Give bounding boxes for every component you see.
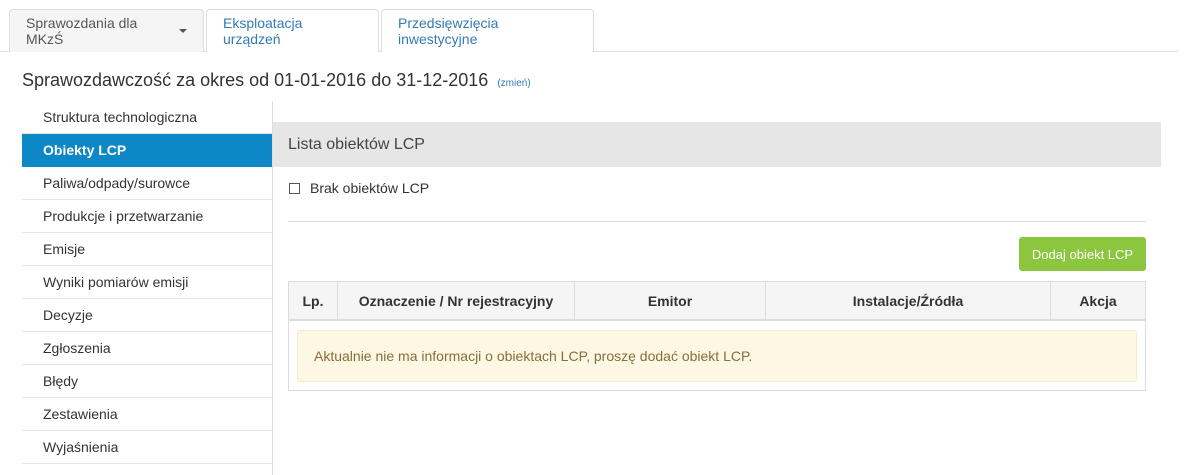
column-header-akcja[interactable]: Akcja	[1051, 282, 1145, 319]
tab-eksploatacja[interactable]: Eksploatacja urządzeń	[206, 9, 379, 52]
page-title: Sprawozdawczość za okres od 01-01-2016 d…	[22, 70, 531, 91]
empty-table-alert: Aktualnie nie ma informacji o obiektach …	[297, 330, 1137, 382]
tab-label: Sprawozdania dla MKzŚ	[26, 15, 138, 47]
sidebar-item-produkcje[interactable]: Produkcje i przetwarzanie	[22, 200, 272, 233]
table-header: Lp. Oznaczenie / Nr rejestracyjny Emitor…	[289, 282, 1145, 321]
no-lcp-checkbox-row: Brak obiektów LCP	[289, 180, 429, 196]
sidebar-item-zestawienia[interactable]: Zestawienia	[22, 398, 272, 431]
sidebar-item-paliwa[interactable]: Paliwa/odpady/surowce	[22, 167, 272, 200]
divider	[288, 221, 1146, 222]
sidebar-item-obiekty-lcp[interactable]: Obiekty LCP	[22, 134, 272, 167]
panel-header: Lista obiektów LCP	[273, 122, 1161, 167]
sidebar-item-emisje[interactable]: Emisje	[22, 233, 272, 266]
no-lcp-checkbox[interactable]	[289, 182, 300, 194]
column-header-emitor[interactable]: Emitor	[575, 282, 766, 319]
caret-down-icon	[179, 29, 187, 33]
tab-label: Przedsięwzięcia inwestycyjne	[398, 15, 499, 47]
sidebar-item-bledy[interactable]: Błędy	[22, 365, 272, 398]
sidebar-item-zgloszenia[interactable]: Zgłoszenia	[22, 332, 272, 365]
column-header-oznaczenie[interactable]: Oznaczenie / Nr rejestracyjny	[338, 282, 575, 319]
panel-title: Lista obiektów LCP	[288, 135, 425, 153]
column-header-lp[interactable]: Lp.	[289, 282, 338, 319]
tab-label: Eksploatacja urządzeń	[223, 15, 303, 47]
lcp-table: Lp. Oznaczenie / Nr rejestracyjny Emitor…	[288, 281, 1146, 391]
sidebar-item-wyjasnienia[interactable]: Wyjaśnienia	[22, 431, 272, 464]
empty-table-message: Aktualnie nie ma informacji o obiektach …	[314, 348, 753, 364]
top-tabs: Sprawozdania dla MKzŚ Eksploatacja urząd…	[0, 0, 1178, 52]
sidebar: Struktura technologiczna Obiekty LCP Pal…	[22, 101, 273, 475]
tab-sprawozdania[interactable]: Sprawozdania dla MKzŚ	[9, 9, 204, 52]
sidebar-item-struktura[interactable]: Struktura technologiczna	[22, 101, 272, 134]
sidebar-item-decyzje[interactable]: Decyzje	[22, 299, 272, 332]
period-text: Sprawozdawczość za okres od 01-01-2016 d…	[22, 70, 489, 90]
change-period-link[interactable]: (zmień)	[497, 78, 530, 89]
column-header-instalacje[interactable]: Instalacje/Źródła	[766, 282, 1051, 319]
no-lcp-checkbox-label[interactable]: Brak obiektów LCP	[310, 180, 429, 196]
tab-przedsiewziecia[interactable]: Przedsięwzięcia inwestycyjne	[381, 9, 594, 52]
add-lcp-button[interactable]: Dodaj obiekt LCP	[1019, 237, 1146, 271]
sidebar-item-wyniki-pomiarow[interactable]: Wyniki pomiarów emisji	[22, 266, 272, 299]
